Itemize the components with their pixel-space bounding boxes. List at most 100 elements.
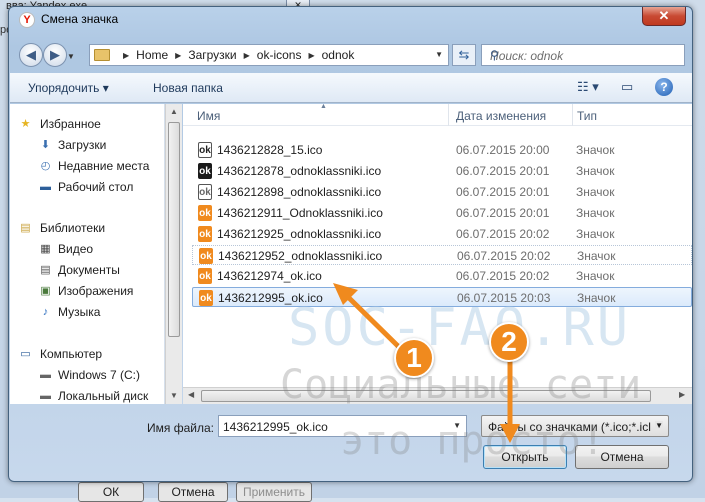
yandex-app-icon: Y [19, 12, 35, 28]
sidebar-item-computer[interactable]: ▭ Компьютер [10, 344, 164, 364]
sidebar-item-label: Локальный диск [58, 389, 149, 403]
file-row[interactable]: ok 1436212974_ok.ico 06.07.2015 20:02 Значо… [192, 266, 692, 286]
breadcrumb-item-home[interactable]: Home [136, 48, 168, 62]
address-bar[interactable]: ▶ Home ▶ Загрузки ▶ ok-icons ▶ odnok ▼ [89, 44, 449, 66]
background-cancel-button[interactable]: Отмена [158, 482, 228, 502]
cancel-button[interactable]: Отмена [575, 445, 669, 469]
file-row[interactable]: ok 1436212911_Odnoklassniki.ico 06.07.2015… [192, 203, 692, 223]
sidebar-item-pictures[interactable]: ▣ Изображения [10, 281, 164, 301]
sidebar-item-label: Windows 7 (C:) [58, 368, 141, 382]
file-type: Значок [576, 227, 615, 241]
file-row[interactable]: ok 1436212925_odnoklassniki.ico 06.07.2015… [192, 224, 692, 244]
sidebar-item-video[interactable]: ▦ Видео [10, 239, 164, 259]
file-date: 06.07.2015 20:01 [456, 164, 550, 178]
sidebar-item-music[interactable]: ♪ Музыка [10, 302, 164, 322]
sidebar-item-drive-c[interactable]: ▬ Windows 7 (C:) [10, 365, 164, 385]
breadcrumb-separator-icon[interactable]: ▶ [308, 51, 314, 60]
breadcrumb-item-downloads[interactable]: Загрузки [188, 48, 236, 62]
filename-dropdown-icon[interactable]: ▼ [453, 421, 461, 430]
column-divider[interactable] [572, 104, 573, 126]
odnoklassniki-file-icon: ok [198, 142, 212, 158]
address-dropdown-icon[interactable]: ▼ [435, 50, 443, 59]
close-button[interactable]: ✕ [642, 7, 686, 26]
filename-input[interactable]: 1436212995_ok.ico ▼ [218, 415, 467, 437]
scroll-right-icon[interactable]: ▶ [679, 390, 685, 399]
video-icon: ▦ [40, 243, 51, 255]
back-arrow-icon[interactable]: ◀ [19, 43, 43, 67]
file-date: 06.07.2015 20:00 [456, 143, 550, 157]
file-date: 06.07.2015 20:02 [456, 269, 550, 283]
file-row[interactable]: ok 1436212952_odnoklassniki.ico 06.07.2015… [192, 245, 692, 265]
file-name: 1436212898_odnoklassniki.ico [217, 185, 382, 199]
preview-pane-icon[interactable]: ▭ [621, 79, 633, 97]
drive-icon: ▬ [40, 369, 51, 381]
file-name: 1436212925_odnoklassniki.ico [217, 227, 382, 241]
scrollbar-thumb[interactable] [201, 390, 651, 402]
file-row[interactable]: ok 1436212995_ok.ico 06.07.2015 20:03 Значо… [192, 287, 692, 307]
view-options-icon[interactable]: ☷ ▾ [577, 79, 599, 97]
column-header-date[interactable]: Дата изменения [456, 109, 546, 123]
scroll-down-icon[interactable]: ▼ [170, 391, 178, 400]
folder-icon [94, 49, 110, 61]
pictures-icon: ▣ [40, 285, 51, 297]
column-divider[interactable] [448, 104, 449, 126]
background-ok-button[interactable]: ОК [78, 482, 144, 502]
sidebar-item-recent-places[interactable]: ◴ Недавние места [10, 156, 164, 176]
odnoklassniki-file-icon: ok [198, 226, 212, 242]
navigation-pane: ★ Избранное ⬇ Загрузки ◴ Недавние места … [10, 104, 165, 404]
file-date: 06.07.2015 20:01 [456, 206, 550, 220]
breadcrumb-item-odnok[interactable]: odnok [322, 48, 355, 62]
sidebar-item-label: Документы [58, 263, 120, 277]
forward-arrow-icon[interactable]: ▶ [43, 43, 67, 67]
file-name: 1436212828_15.ico [217, 143, 323, 157]
recent-pages-dropdown-icon[interactable]: ▼ [67, 52, 75, 61]
file-date: 06.07.2015 20:02 [457, 249, 551, 263]
breadcrumb-separator-icon[interactable]: ▶ [244, 51, 250, 60]
file-row[interactable]: ok 1436212828_15.ico 06.07.2015 20:00 Значо… [192, 140, 692, 160]
column-header-type[interactable]: Тип [577, 109, 597, 123]
file-row[interactable]: ok 1436212878_odnoklassniki.ico 06.07.2015… [192, 161, 692, 181]
sidebar-item-documents[interactable]: ▤ Документы [10, 260, 164, 280]
file-row[interactable]: ok 1436212898_odnoklassniki.ico 06.07.2015… [192, 182, 692, 202]
filename-value: 1436212995_ok.ico [223, 420, 328, 434]
breadcrumb-separator-icon: ▶ [123, 50, 130, 60]
search-icon[interactable]: ⚲ [490, 48, 679, 62]
change-icon-dialog: Y Смена значка ✕ ◀ ▶ ▼ ▶ Home ▶ Загрузки… [8, 6, 693, 482]
file-date: 06.07.2015 20:03 [457, 291, 551, 305]
new-folder-button[interactable]: Новая папка [153, 81, 223, 95]
help-icon[interactable]: ? [655, 78, 673, 96]
sidebar-item-favorites[interactable]: ★ Избранное [10, 114, 164, 134]
organize-button[interactable]: Упорядочить ▾ [28, 81, 109, 95]
odnoklassniki-file-icon: ok [199, 290, 213, 306]
file-name: 1436212911_Odnoklassniki.ico [217, 206, 383, 220]
column-header-name[interactable]: Имя [197, 109, 220, 123]
sidebar-item-downloads[interactable]: ⬇ Загрузки [10, 135, 164, 155]
search-input[interactable]: Поиск: odnok ⚲ [481, 44, 685, 66]
sidebar-item-label: Недавние места [58, 159, 150, 173]
sidebar-item-local-disk[interactable]: ▬ Локальный диск [10, 386, 164, 404]
open-button[interactable]: Открыть [483, 445, 567, 469]
sidebar-item-desktop[interactable]: ▬ Рабочий стол [10, 177, 164, 197]
odnoklassniki-file-icon: ok [198, 268, 212, 284]
refresh-icon[interactable]: ⇆ [452, 44, 476, 66]
file-list: ▲ Имя Дата изменения Тип ok 1436212828_15… [183, 104, 692, 404]
filetype-select[interactable]: Файлы со значками (*.ico;*.icl ▼ [481, 415, 669, 437]
scroll-left-icon[interactable]: ◀ [188, 390, 194, 399]
drive-icon: ▬ [40, 390, 51, 402]
file-list-horizontal-scrollbar[interactable]: ◀ ▶ [183, 387, 692, 404]
filetype-dropdown-icon[interactable]: ▼ [655, 421, 663, 430]
computer-icon: ▭ [20, 348, 31, 360]
sidebar-scrollbar[interactable]: ▲ ▼ [165, 104, 182, 404]
sidebar-item-libraries[interactable]: ▤ Библиотеки [10, 218, 164, 238]
file-name: 1436212974_ok.ico [217, 269, 322, 283]
odnoklassniki-file-icon: ok [199, 248, 213, 264]
sidebar-item-label: Библиотеки [40, 221, 106, 235]
breadcrumb-separator-icon[interactable]: ▶ [175, 51, 181, 60]
libraries-icon: ▤ [20, 222, 31, 234]
scrollbar-thumb[interactable] [168, 122, 180, 337]
callout-step-1: 1 [394, 338, 434, 378]
navigation-bar: ◀ ▶ ▼ ▶ Home ▶ Загрузки ▶ ok-icons ▶ odn… [9, 40, 692, 68]
scroll-up-icon[interactable]: ▲ [170, 107, 178, 116]
file-name: 1436212995_ok.ico [218, 291, 323, 305]
breadcrumb-item-ok-icons[interactable]: ok-icons [257, 48, 302, 62]
